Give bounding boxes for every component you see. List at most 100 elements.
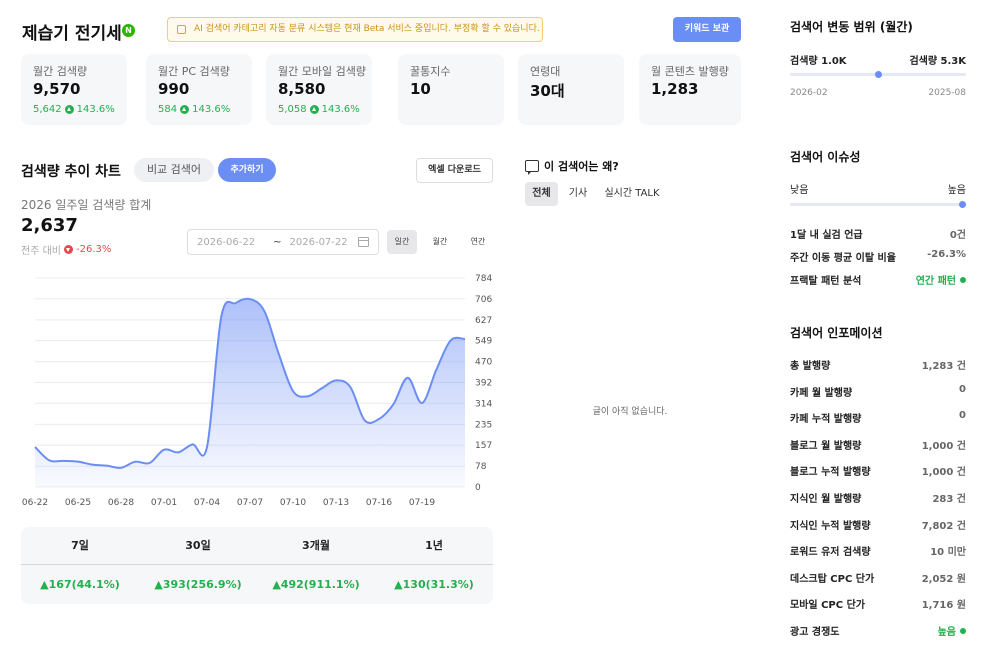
summary-col-3m: 3개월 [302,539,330,552]
why-title-text: 이 검색어는 왜? [544,160,619,173]
why-tab-all[interactable]: 전체 [525,182,558,206]
range-title: 검색어 변동 범위 (월간) [790,20,913,34]
why-tab-talk[interactable]: 실시간 TALK [602,182,662,206]
stat-label: 연령대 [530,65,561,78]
keyword-save-button[interactable]: 키워드 보관 [673,17,741,42]
why-title: 이 검색어는 왜? [525,158,619,175]
issue-row: 프랙탈 패턴 분석 연간 패턴 [790,272,966,287]
info-row-label: 지식인 누적 발행량 [790,520,871,532]
stat-value: 1,283 [651,80,699,98]
x-tick-label: 07-16 [366,498,392,508]
trend-title: 검색량 추이 차트 [21,164,121,180]
series-area [35,298,465,487]
info-row: 카페 월 발행량 0 [790,384,966,399]
info-row: 지식인 누적 발행량 7,802 건 [790,517,966,532]
calendar-icon[interactable] [358,237,369,247]
why-empty-message: 글이 아직 없습니다. [592,407,668,417]
period-tab-monthly[interactable]: 월간 [425,230,455,254]
info-row: 총 발행량 1,283 건 [790,357,966,372]
summary-col-7d: 7일 [71,539,89,552]
main-panel: 제습기 전기세 N AI 검색어 카테고리 자동 분류 시스템은 현재 Beta… [0,0,760,649]
x-tick-label: 07-13 [323,498,349,508]
up-arrow-icon [309,105,319,114]
stat-label: 월 콘텐츠 발행량 [651,65,729,78]
y-tick-label: 157 [475,441,492,451]
issue-track [790,201,966,208]
status-dot-icon [960,627,966,634]
x-tick-label: 07-07 [237,498,263,508]
y-tick-label: 627 [475,316,492,326]
issue-row-value: 연간 패턴 [915,276,956,287]
up-arrow-icon [180,105,190,114]
y-tick-label: 470 [475,358,492,368]
info-row-label: 광고 경쟁도 [790,627,840,638]
info-row-value: 7,802 건 [921,520,966,532]
info-row: 광고 경쟁도 높음 [790,623,966,638]
date-separator: ~ [273,236,282,248]
y-tick-label: 706 [475,295,492,305]
range-track [790,71,966,78]
range-labels: 검색량 1.0K 검색량 5.3K [790,52,966,67]
issue-row-label: 1달 내 실검 언급 [790,230,863,241]
stat-label: 월간 검색량 [33,65,88,78]
info-title: 검색어 인포메이션 [790,326,883,340]
issue-row-label: 주간 이동 평균 이탈 비율 [790,253,896,264]
stat-sub-value: 5,642 [33,104,62,115]
week-delta-value: -26.3% [75,244,112,255]
info-row: 모바일 CPC 단가 1,716 원 [790,596,966,611]
naver-badge-icon: N [122,24,135,37]
stat-card-content: 월 콘텐츠 발행량 1,283 [639,54,741,125]
stat-card-honey-index: 꿀통지수 10 [398,54,504,125]
info-row-value: 1,283 건 [921,361,966,372]
date-range-picker[interactable]: 2026-06-22 ~ 2026-07-22 [187,229,379,255]
why-tab-news[interactable]: 기사 [564,182,592,206]
y-tick-label: 0 [475,483,481,493]
stat-card-age: 연령대 30대 [518,54,624,125]
week-total-label: 2026 일주일 검색량 합계 [21,198,152,212]
period-tab-yearly[interactable]: 연간 [463,230,493,254]
up-arrow-icon [64,105,74,114]
stat-sub-value: 584 [158,104,178,115]
beta-notice: AI 검색어 카테고리 자동 분류 시스템은 현재 Beta 서비스 중입니다.… [167,17,543,42]
x-tick-label: 06-22 [22,498,48,508]
info-row-label: 지식인 월 발행량 [790,494,862,505]
range-min: 검색량 1.0K [790,56,847,67]
issue-row-value: -26.3% [927,249,966,260]
summary-col-1y: 1년 [425,539,443,552]
period-tab-daily[interactable]: 일간 [387,230,417,254]
x-tick-label: 06-25 [65,498,91,508]
excel-download-button[interactable]: 엑셀 다운로드 [416,158,493,183]
issue-high: 높음 [947,185,966,196]
info-row-value: 0 [959,410,966,422]
range-knob [874,71,882,78]
info-row: 지식인 월 발행량 283 건 [790,490,966,505]
info-row-value: 10 미만 [930,547,966,559]
stat-value: 10 [410,80,431,98]
summary-val-7d: ▲167(44.1%) [40,578,120,591]
info-row-label: 모바일 CPC 단가 [790,600,865,612]
issue-row-label: 프랙탈 패턴 분석 [790,276,862,287]
x-tick-label: 07-04 [194,498,220,508]
stat-value: 9,570 [33,80,81,98]
info-row: 블로그 월 발행량 1,000 건 [790,437,966,452]
info-row-value: 1,000 건 [921,467,966,479]
beta-notice-text: AI 검색어 카테고리 자동 분류 시스템은 현재 Beta 서비스 중입니다.… [194,24,540,34]
summary-val-3m: ▲492(911.1%) [272,578,360,591]
stat-sub: 5,058 143.6% [278,104,360,115]
info-row-value: 283 건 [932,494,966,505]
down-arrow-icon [63,245,73,254]
stat-value: 990 [158,80,190,98]
info-row-value: 0 [959,383,966,395]
add-keyword-button[interactable]: 추가하기 [218,158,276,182]
info-row-label: 블로그 월 발행량 [790,440,862,452]
info-row-label: 카페 월 발행량 [790,387,853,399]
compare-keyword-button[interactable]: 비교 검색어 [134,158,214,182]
info-icon [177,25,186,34]
issue-row-value-group: 연간 패턴 [916,272,966,287]
info-row-value: 1,000 건 [921,440,966,452]
stat-sub-pct: 143.6% [192,104,231,115]
info-row-label: 카페 누적 발행량 [790,414,862,426]
keyword-title: 제습기 전기세 [22,24,122,44]
change-summary-table: 7일 30일 3개월 1년 ▲167(44.1%) ▲393(256.9%) ▲… [21,527,493,604]
stat-sub-value: 5,058 [278,104,307,115]
